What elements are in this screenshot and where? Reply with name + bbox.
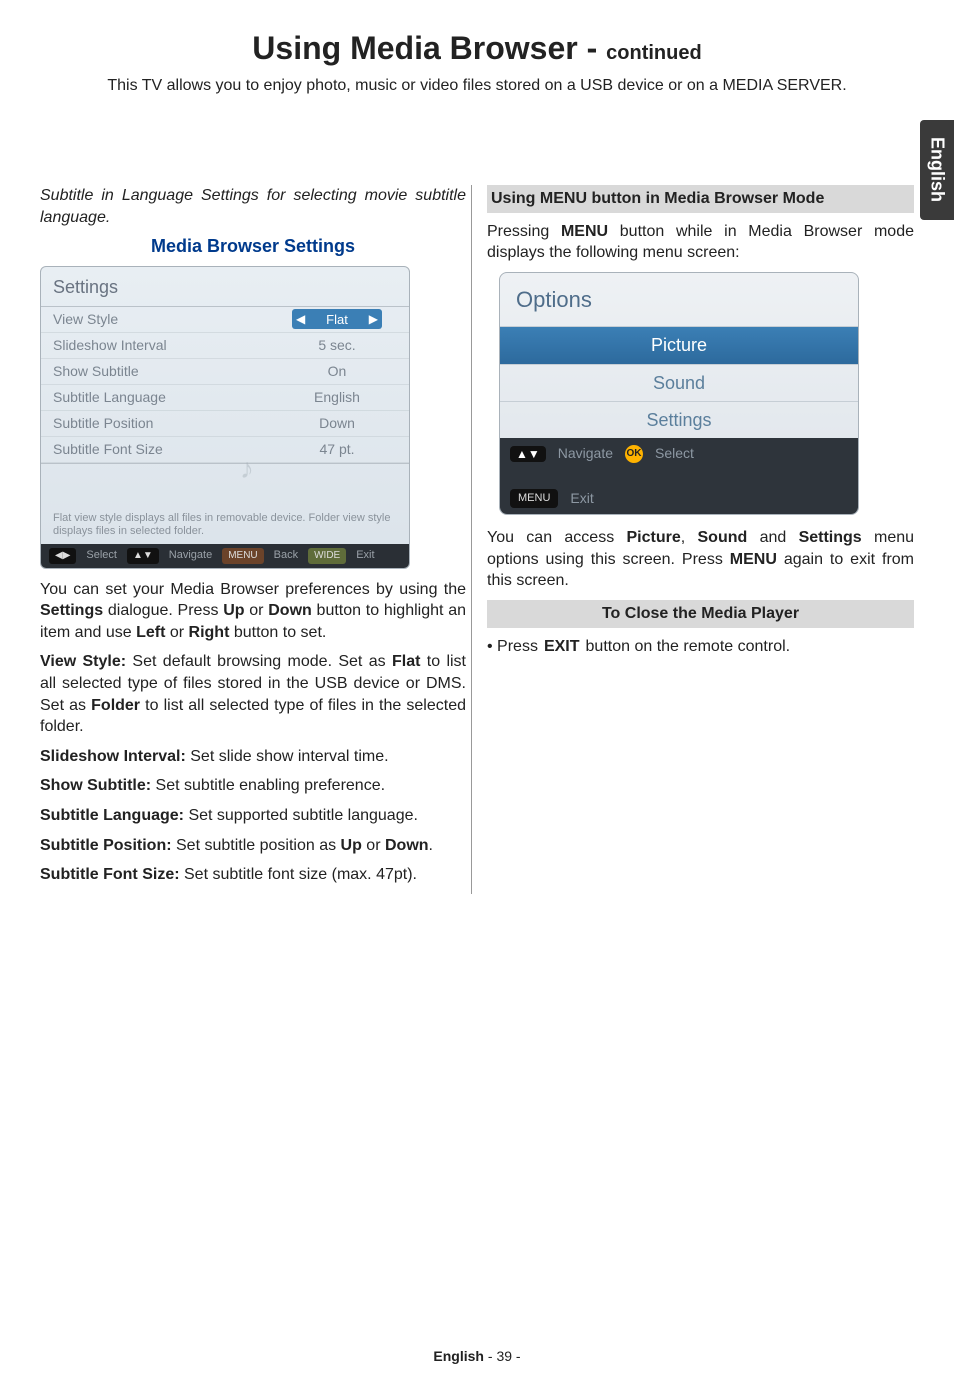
footer-label: Navigate (558, 444, 613, 463)
settings-intro-paragraph: You can set your Media Browser preferenc… (40, 579, 466, 644)
footer-label: Select (86, 548, 117, 563)
title-main: Using Media Browser - (252, 30, 606, 66)
settings-value: Down (277, 414, 397, 433)
settings-label: View Style (53, 310, 277, 329)
close-media-player-heading: To Close the Media Player (487, 600, 914, 628)
settings-label: Subtitle Language (53, 388, 277, 407)
footer-label: Navigate (169, 548, 212, 563)
intro-text: This TV allows you to enjoy photo, music… (0, 77, 954, 95)
left-right-key-icon: ◀▶ (49, 548, 76, 564)
option-sound[interactable]: Sound (500, 364, 858, 401)
page-title: Using Media Browser - continued (0, 30, 954, 67)
settings-panel-title: Settings (41, 267, 409, 306)
show-subtitle-description: Show Subtitle: Set subtitle enabling pre… (40, 775, 466, 797)
options-footer: ▲▼ Navigate OK Select MENU Exit (500, 438, 858, 514)
settings-value: On (277, 362, 397, 381)
settings-row-subtitle-language[interactable]: Subtitle Language English (41, 385, 409, 411)
settings-label: Show Subtitle (53, 362, 277, 381)
settings-help-text: Flat view style displays all files in re… (41, 463, 409, 544)
title-continued: continued (606, 42, 702, 64)
settings-row-show-subtitle[interactable]: Show Subtitle On (41, 359, 409, 385)
page-footer: English - 39 - (0, 1348, 954, 1364)
right-column: Using MENU button in Media Browser Mode … (482, 185, 914, 894)
subtitle-font-size-description: Subtitle Font Size: Set subtitle font si… (40, 864, 466, 886)
options-panel-title: Options (500, 273, 858, 327)
option-picture[interactable]: Picture (500, 326, 858, 363)
left-column: Subtitle in Language Settings for select… (40, 185, 472, 894)
language-side-tab: English (920, 120, 954, 220)
view-style-description: View Style: Set default browsing mode. S… (40, 651, 466, 737)
footer-language: English (433, 1348, 484, 1364)
settings-label: Subtitle Position (53, 414, 277, 433)
settings-row-subtitle-font-size[interactable]: Subtitle Font Size 47 pt. (41, 437, 409, 463)
menu-icon: MENU (510, 489, 558, 508)
up-down-icon: ▲▼ (510, 446, 546, 462)
settings-row-subtitle-position[interactable]: Subtitle Position Down (41, 411, 409, 437)
footer-label: Exit (570, 489, 593, 508)
menu-key-icon: MENU (222, 548, 263, 564)
options-access-paragraph: You can access Picture, Sound and Settin… (487, 527, 914, 592)
settings-row-slideshow-interval[interactable]: Slideshow Interval 5 sec. (41, 333, 409, 359)
wide-key-icon: WIDE (308, 548, 346, 564)
subtitle-language-description: Subtitle Language: Set supported subtitl… (40, 805, 466, 827)
media-browser-settings-heading: Media Browser Settings (40, 234, 466, 258)
options-panel: Options Picture Sound Settings ▲▼ Naviga… (499, 272, 859, 515)
close-instruction: • Press EXIT button on the remote contro… (487, 636, 914, 658)
using-menu-button-heading: Using MENU button in Media Browser Mode (487, 185, 914, 213)
settings-row-view-style[interactable]: View Style Flat (41, 307, 409, 333)
footer-label: Exit (356, 548, 374, 563)
footer-label: Back (274, 548, 298, 563)
settings-label: Subtitle Font Size (53, 440, 277, 459)
up-down-key-icon: ▲▼ (127, 548, 159, 564)
page-number: 39 (496, 1348, 512, 1364)
menu-button-intro: Pressing MENU button while in Media Brow… (487, 221, 914, 264)
subtitle-position-description: Subtitle Position: Set subtitle position… (40, 835, 466, 857)
ok-icon: OK (625, 445, 643, 463)
footer-label: Select (655, 444, 694, 463)
subtitle-language-note: Subtitle in Language Settings for select… (40, 185, 466, 228)
settings-footer: ◀▶ Select ▲▼ Navigate MENU Back WIDE Exit (41, 544, 409, 568)
settings-value: 5 sec. (277, 336, 397, 355)
settings-value: English (277, 388, 397, 407)
option-settings[interactable]: Settings (500, 401, 858, 438)
slideshow-interval-description: Slideshow Interval: Set slide show inter… (40, 746, 466, 768)
settings-panel: Settings View Style Flat Slideshow Inter… (40, 266, 410, 568)
settings-value-pill[interactable]: Flat (292, 309, 382, 329)
settings-label: Slideshow Interval (53, 336, 277, 355)
settings-value: 47 pt. (277, 440, 397, 459)
